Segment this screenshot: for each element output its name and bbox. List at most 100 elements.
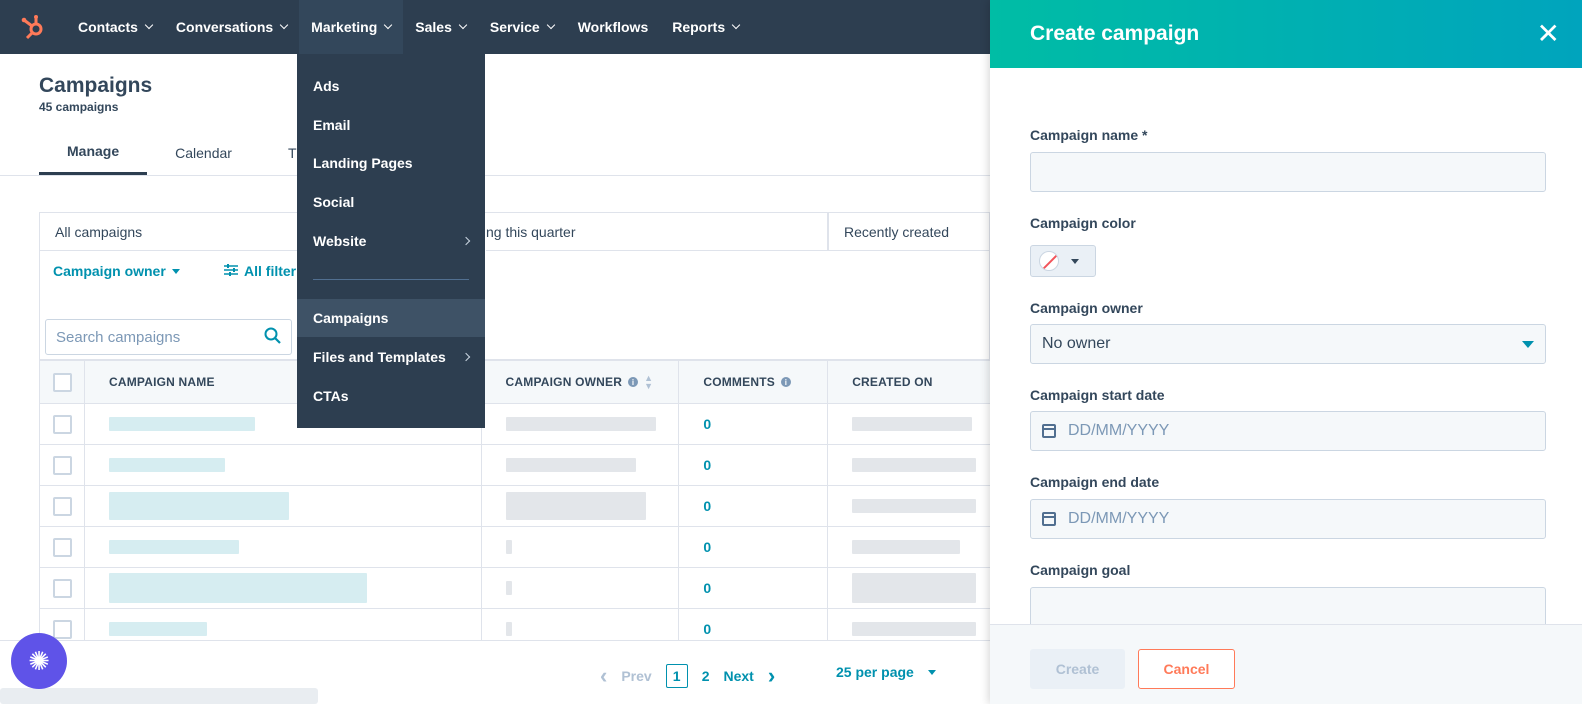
marketing-dropdown: Ads Email Landing Pages Social Website C…	[297, 54, 485, 428]
chevron-right-icon[interactable]: ›	[768, 665, 775, 687]
table-header: CAMPAIGN NAME CAMPAIGN OWNER i ▲ ▼ COMMEN…	[40, 360, 990, 404]
tab-bar: Manage Calendar T	[39, 130, 325, 176]
search-icon[interactable]	[264, 327, 281, 348]
caret-down-icon	[1522, 340, 1534, 348]
tab-manage[interactable]: Manage	[39, 130, 148, 176]
chevron-down-icon	[546, 20, 555, 30]
current-page[interactable]: 1	[665, 664, 688, 688]
pagination: ‹ Prev 1 2 Next ›	[600, 664, 775, 688]
chevron-down-icon	[731, 20, 741, 30]
cancel-button[interactable]: Cancel	[1138, 649, 1235, 689]
menu-item-email[interactable]: Email	[297, 106, 485, 144]
column-created-on[interactable]: CREATED ON	[828, 361, 990, 403]
table-row[interactable]: 0	[40, 568, 990, 609]
comment-count[interactable]: 0	[703, 621, 711, 637]
row-checkbox[interactable]	[53, 496, 72, 516]
view-this-quarter[interactable]: ng this quarter	[486, 213, 828, 251]
campaign-goal-input[interactable]	[1030, 587, 1546, 624]
view-recently-created[interactable]: Recently created	[828, 213, 991, 251]
chevron-down-icon	[458, 20, 468, 30]
comment-count[interactable]: 0	[703, 580, 711, 596]
column-campaign-owner[interactable]: CAMPAIGN OWNER i ▲ ▼	[482, 361, 680, 403]
comment-count[interactable]: 0	[703, 457, 711, 473]
start-date-input[interactable]: DD/MM/YYYY	[1030, 411, 1546, 451]
panel-header: Create campaign ✕	[990, 0, 1582, 68]
search-input[interactable]: Search campaigns	[45, 319, 292, 355]
nav-sales[interactable]: Sales	[403, 0, 478, 54]
created-redacted	[852, 458, 977, 472]
panel-title: Create campaign	[1030, 22, 1200, 45]
select-all-checkbox[interactable]	[53, 372, 72, 392]
row-checkbox[interactable]	[53, 619, 72, 639]
menu-item-campaigns[interactable]: Campaigns	[297, 299, 485, 337]
menu-item-landing-pages[interactable]: Landing Pages	[297, 144, 485, 182]
info-icon[interactable]: i	[628, 377, 639, 387]
sort-icon[interactable]: ▲ ▼	[644, 374, 653, 391]
comment-count[interactable]: 0	[703, 498, 711, 514]
campaign-name-redacted[interactable]	[108, 492, 289, 520]
column-comments[interactable]: COMMENTS i	[679, 361, 829, 403]
chevron-down-icon	[144, 20, 154, 30]
created-redacted	[852, 573, 977, 603]
campaign-name-redacted[interactable]	[108, 540, 239, 554]
table-row[interactable]: 0	[40, 527, 990, 568]
owner-redacted	[505, 492, 646, 520]
nav-service[interactable]: Service	[478, 0, 566, 54]
views-bar: All campaigns ng this quarter Recently c…	[39, 212, 991, 316]
campaign-color-picker[interactable]	[1030, 245, 1096, 277]
all-filters-button[interactable]: All filter	[224, 263, 296, 279]
created-redacted	[852, 622, 977, 636]
table-row[interactable]: 0	[40, 445, 990, 486]
nav-contacts[interactable]: Contacts	[66, 0, 164, 54]
nav-workflows[interactable]: Workflows	[566, 0, 661, 54]
menu-item-social[interactable]: Social	[297, 183, 485, 221]
nav-reports[interactable]: Reports	[660, 0, 751, 54]
campaign-name-redacted[interactable]	[108, 573, 367, 603]
campaign-owner-filter[interactable]: Campaign owner	[53, 263, 180, 279]
end-date-label: Campaign end date	[1030, 474, 1160, 490]
row-checkbox[interactable]	[53, 578, 72, 598]
next-page-button[interactable]: Next	[723, 668, 753, 684]
chevron-down-icon	[384, 20, 393, 30]
owner-redacted	[505, 458, 636, 472]
menu-item-website[interactable]: Website	[297, 222, 485, 260]
end-date-input[interactable]: DD/MM/YYYY	[1030, 499, 1546, 539]
campaign-name-redacted[interactable]	[108, 417, 255, 431]
page-title: Campaigns	[39, 74, 153, 97]
campaign-name-input[interactable]	[1030, 152, 1546, 192]
nav-conversations[interactable]: Conversations	[164, 0, 299, 54]
page-2-button[interactable]: 2	[702, 668, 710, 684]
tab-calendar[interactable]: Calendar	[147, 130, 260, 176]
menu-item-files-templates[interactable]: Files and Templates	[297, 338, 485, 376]
campaign-name-redacted[interactable]	[108, 458, 225, 472]
help-icon[interactable]: ✺	[11, 633, 67, 689]
row-checkbox[interactable]	[53, 537, 72, 557]
row-checkbox[interactable]	[53, 414, 72, 434]
create-button[interactable]: Create	[1030, 649, 1125, 689]
campaign-owner-select[interactable]: No owner	[1030, 324, 1546, 364]
info-icon[interactable]: i	[780, 377, 791, 387]
menu-item-ctas[interactable]: CTAs	[297, 377, 485, 415]
table-row[interactable]: 0	[40, 609, 990, 640]
chevron-left-icon[interactable]: ‹	[600, 665, 607, 687]
prev-page-button[interactable]: Prev	[621, 668, 651, 684]
hubspot-logo-icon[interactable]	[0, 0, 66, 54]
menu-item-ads[interactable]: Ads	[297, 67, 485, 105]
row-checkbox[interactable]	[53, 455, 72, 475]
table-row[interactable]: 0	[40, 486, 990, 527]
owner-redacted	[505, 417, 656, 431]
comment-count[interactable]: 0	[703, 539, 711, 555]
per-page-select[interactable]: 25 per page	[836, 664, 936, 680]
filter-icon	[224, 263, 238, 279]
caret-down-icon	[927, 669, 936, 675]
nav-marketing[interactable]: Marketing	[299, 0, 404, 54]
view-all-campaigns[interactable]: All campaigns	[40, 213, 298, 251]
search-row: Search campaigns	[39, 315, 990, 360]
redacted-bar	[0, 688, 318, 704]
table-row[interactable]: 0	[40, 404, 990, 445]
chevron-down-icon	[279, 20, 289, 30]
close-icon[interactable]: ✕	[1537, 20, 1560, 48]
comment-count[interactable]: 0	[703, 416, 711, 432]
chevron-right-icon	[461, 236, 471, 246]
campaign-name-redacted[interactable]	[108, 622, 207, 636]
